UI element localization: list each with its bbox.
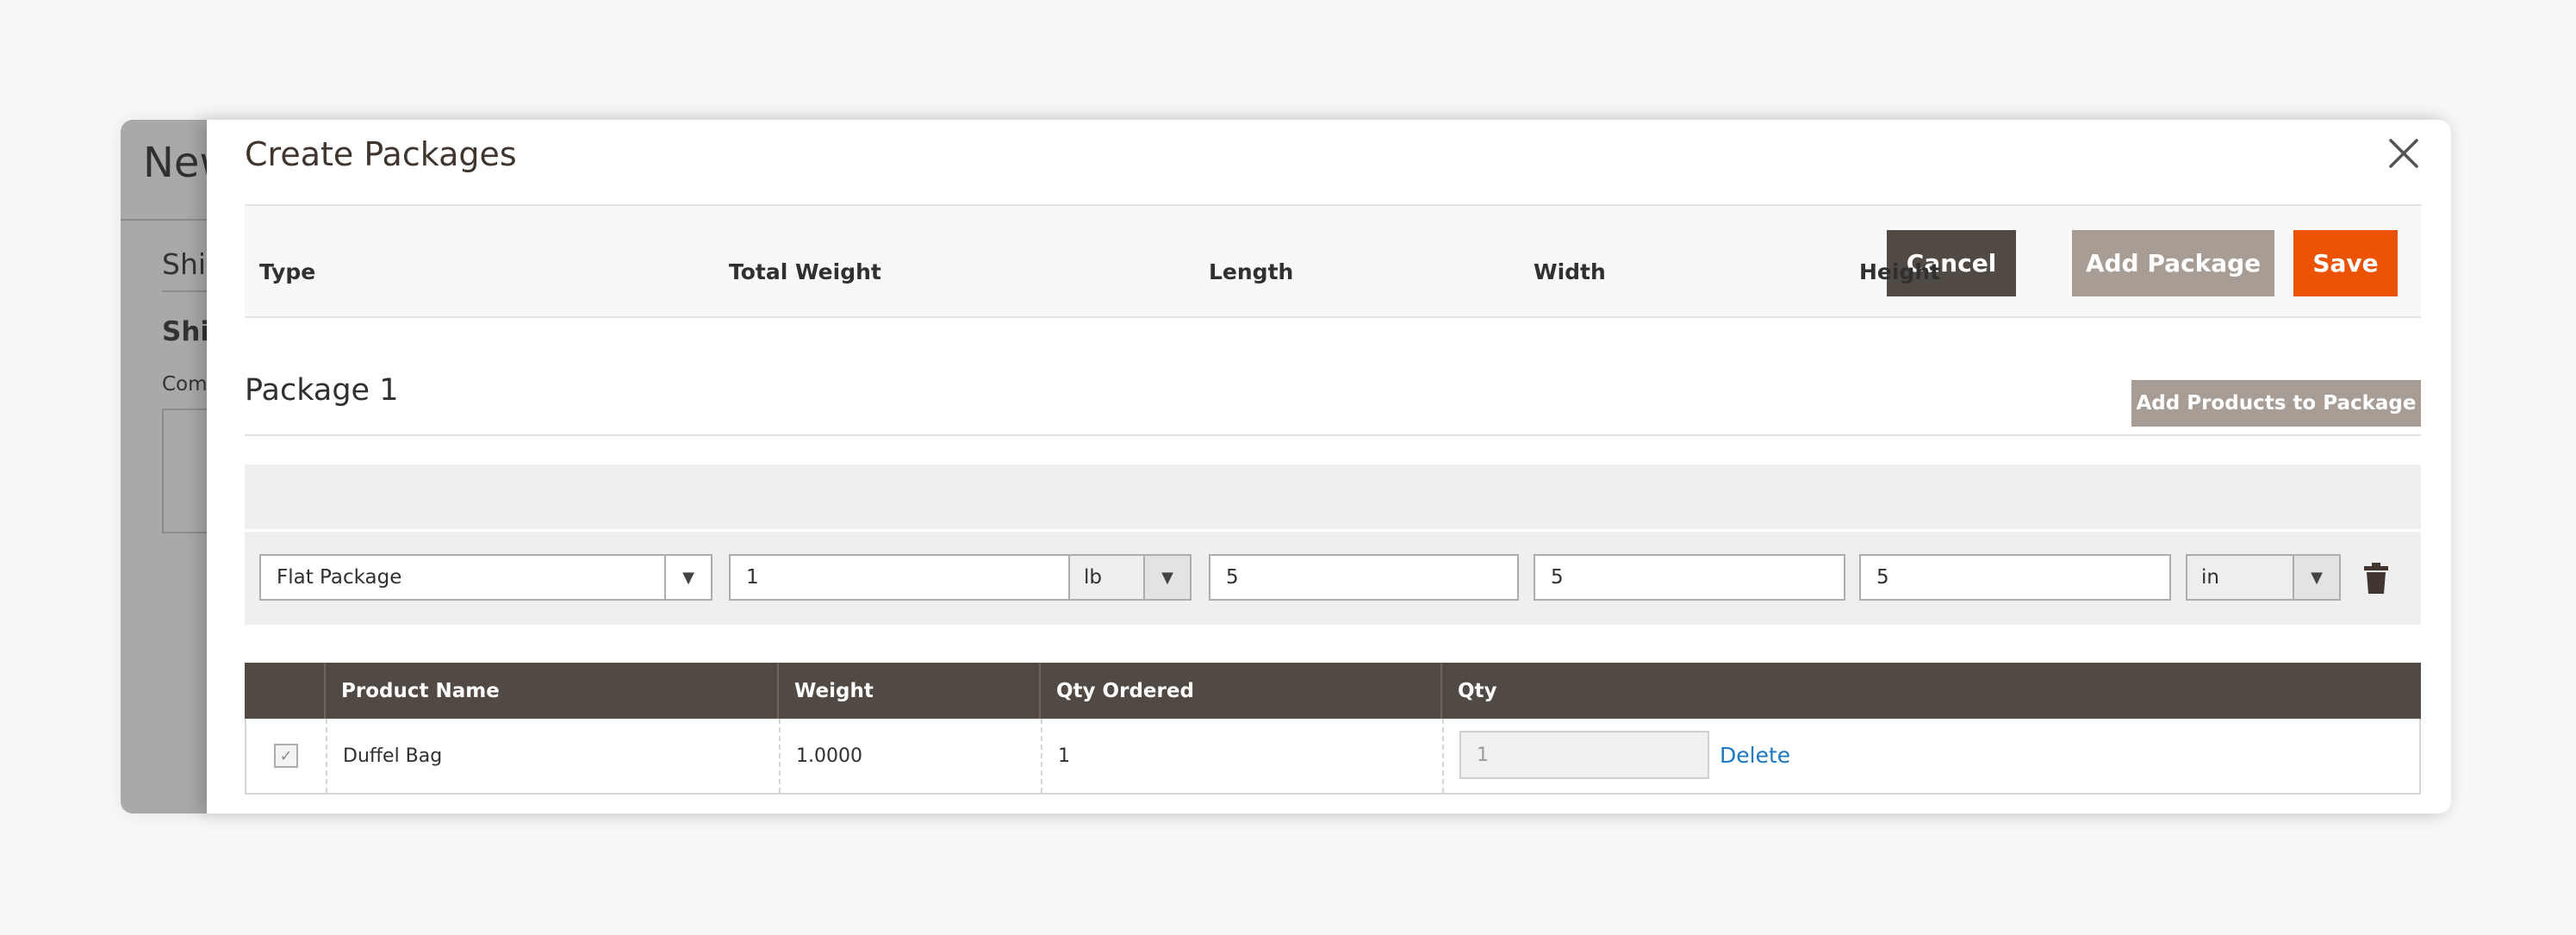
type-label: Type xyxy=(259,259,316,284)
package-type-select[interactable]: Flat Package ▼ xyxy=(259,554,712,601)
length-label: Length xyxy=(1209,259,1294,284)
qty-cell: 1 Delete xyxy=(1442,719,2421,793)
length-value: 5 xyxy=(1226,566,1239,589)
package-products-grid: Product Name Weight Qty Ordered Qty ✓ Du… xyxy=(245,663,2421,916)
width-input[interactable]: 5 xyxy=(1534,554,1845,601)
grid-header: Product Name Weight Qty Ordered Qty xyxy=(245,663,2421,719)
select-column-header xyxy=(245,663,324,719)
weight-cell: 1.0000 xyxy=(779,719,1041,793)
chevron-down-icon: ▼ xyxy=(664,556,711,599)
modal-title: Create Packages xyxy=(245,135,517,173)
total-weight-value: 1 xyxy=(746,566,759,589)
total-weight-input[interactable]: 1 xyxy=(729,554,1070,601)
create-packages-modal: Create Packages Cancel Add Package Save … xyxy=(207,120,2451,813)
column-header-qty: Qty xyxy=(1440,663,2421,719)
qty-ordered-cell: 1 xyxy=(1041,719,1442,793)
weight-unit-value: lb xyxy=(1084,566,1102,589)
row-select-cell: ✓ xyxy=(246,719,326,793)
package-divider xyxy=(245,434,2421,436)
background-comment-label: Com xyxy=(162,373,208,396)
total-weight-label: Total Weight xyxy=(729,259,881,284)
height-input[interactable]: 5 xyxy=(1859,554,2171,601)
delete-row-link[interactable]: Delete xyxy=(1720,743,1790,768)
length-input[interactable]: 5 xyxy=(1209,554,1519,601)
product-name-cell: Duffel Bag xyxy=(326,719,779,793)
qty-value: 1 xyxy=(1477,744,1489,766)
save-button[interactable]: Save xyxy=(2293,230,2398,296)
background-section-title: Shi xyxy=(162,247,207,281)
trash-icon[interactable] xyxy=(2362,562,2390,595)
params-divider xyxy=(245,529,2421,532)
dimension-unit-value: in xyxy=(2201,566,2219,589)
package-params xyxy=(245,464,2421,625)
add-package-button[interactable]: Add Package xyxy=(2072,230,2274,296)
row-checkbox[interactable]: ✓ xyxy=(274,744,298,768)
package-title: Package 1 xyxy=(245,373,399,408)
width-value: 5 xyxy=(1551,566,1564,589)
column-header-product-name: Product Name xyxy=(324,663,777,719)
table-row: ✓ Duffel Bag 1.0000 1 1 Delete xyxy=(245,719,2421,795)
weight-unit-select[interactable]: lb ▼ xyxy=(1068,554,1192,601)
height-label: Height xyxy=(1859,259,1941,284)
add-products-to-package-button[interactable]: Add Products to Package xyxy=(2131,380,2421,427)
qty-input[interactable]: 1 xyxy=(1459,731,1709,779)
close-icon[interactable] xyxy=(2382,132,2425,175)
height-value: 5 xyxy=(1876,566,1889,589)
chevron-down-icon: ▼ xyxy=(2293,556,2339,599)
dimension-unit-select[interactable]: in ▼ xyxy=(2186,554,2341,601)
column-header-qty-ordered: Qty Ordered xyxy=(1039,663,1440,719)
width-label: Width xyxy=(1534,259,1606,284)
package-type-value: Flat Package xyxy=(277,566,402,589)
chevron-down-icon: ▼ xyxy=(1143,556,1190,599)
column-header-weight: Weight xyxy=(777,663,1039,719)
